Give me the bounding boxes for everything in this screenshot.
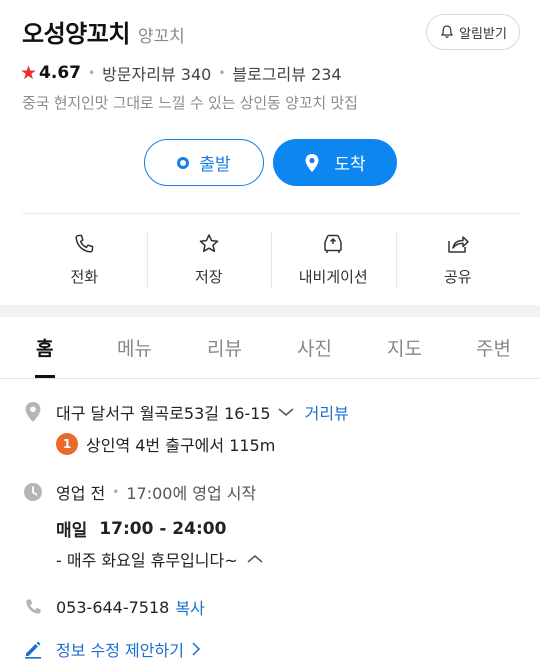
star-filled-icon: ★ — [20, 61, 38, 84]
call-action[interactable]: 전화 — [22, 228, 147, 290]
map-pin-icon — [25, 402, 41, 422]
separator-dot: • — [218, 66, 226, 80]
share-label: 공유 — [443, 268, 472, 286]
divider — [22, 213, 520, 214]
chevron-right-icon — [192, 642, 200, 656]
star-outline-icon — [199, 234, 219, 253]
navigation-label: 내비게이션 — [298, 268, 368, 286]
route-start-button[interactable]: 출발 — [144, 139, 264, 186]
action-bar: 전화 저장 내비게이션 공유 — [22, 228, 520, 290]
navigation-car-icon — [324, 234, 342, 253]
active-tab-indicator — [35, 375, 55, 378]
store-name: 오성양꼬치 — [22, 20, 130, 48]
alarm-label: 알림받기 — [459, 26, 507, 42]
chevron-up-icon[interactable] — [246, 553, 264, 565]
chevron-down-icon[interactable] — [277, 406, 295, 418]
hours-day: 매일 — [56, 521, 88, 541]
holiday-row: - 매주 화요일 휴무입니다~ — [56, 547, 264, 571]
copy-phone-button[interactable]: 복사 — [175, 595, 204, 619]
tab-photos[interactable]: 사진 — [297, 334, 332, 361]
save-label: 저장 — [194, 268, 223, 286]
station-row: 1 상인역 4번 출구에서 115m — [56, 432, 275, 456]
address-row: 대구 달서구 월곡로53길 16-15 거리뷰 — [22, 400, 349, 424]
save-action[interactable]: 저장 — [146, 228, 272, 290]
store-category: 양꼬치 — [137, 27, 185, 47]
subway-line-badge: 1 — [56, 433, 78, 455]
street-view-link[interactable]: 거리뷰 — [305, 400, 349, 424]
share-icon — [448, 236, 469, 253]
hours-time: 17:00 - 24:00 — [99, 518, 227, 539]
navigation-action[interactable]: 내비게이션 — [271, 228, 396, 290]
alarm-button[interactable]: 알림받기 — [426, 14, 520, 50]
phone-number: 053-644-7518 — [56, 597, 170, 617]
blog-review-link[interactable]: 블로그리뷰 234 — [232, 61, 341, 85]
hours-status-row: 영업 전 • 17:00에 영업 시작 — [22, 480, 256, 504]
location-pin-icon — [305, 153, 319, 172]
route-end-button[interactable]: 도착 — [273, 139, 397, 186]
tab-reviews[interactable]: 리뷰 — [207, 334, 242, 361]
pencil-icon — [25, 641, 41, 659]
station-text: 상인역 4번 출구에서 115m — [86, 436, 276, 455]
tab-nearby[interactable]: 주변 — [476, 334, 511, 361]
visitor-review-link[interactable]: 방문자리뷰 340 — [102, 61, 211, 85]
section-separator — [0, 305, 540, 317]
tab-map[interactable]: 지도 — [387, 334, 422, 361]
title-row: 오성양꼬치 양꼬치 — [22, 14, 185, 49]
start-circle-icon — [177, 156, 190, 169]
suggest-edit-row[interactable]: 정보 수정 제안하기 — [22, 637, 202, 661]
phone-filled-icon — [26, 599, 41, 614]
route-start-label: 출발 — [199, 155, 231, 175]
clock-icon — [24, 483, 42, 501]
bell-plus-icon — [441, 25, 454, 38]
call-label: 전화 — [70, 268, 99, 286]
hours-row: 매일 17:00 - 24:00 — [56, 516, 227, 542]
separator-dot: • — [88, 66, 96, 80]
phone-row: 053-644-7518 복사 — [22, 595, 205, 619]
share-action[interactable]: 공유 — [395, 228, 521, 290]
rating-value: 4.67 — [39, 63, 81, 83]
phone-icon — [75, 234, 94, 253]
business-status: 영업 전 — [56, 484, 106, 503]
address-text: 대구 달서구 월곡로53길 16-15 — [56, 404, 271, 423]
rating-row: ★ 4.67 • 방문자리뷰 340 • 블로그리뷰 234 — [20, 61, 342, 85]
tab-menu[interactable]: 메뉴 — [117, 334, 152, 361]
store-description: 중국 현지인맛 그대로 느낄 수 있는 상인동 양꼬치 맛집 — [22, 94, 358, 112]
suggest-edit-link[interactable]: 정보 수정 제안하기 — [56, 637, 184, 661]
holiday-text: - 매주 화요일 휴무입니다~ — [56, 551, 238, 570]
route-end-label: 도착 — [334, 155, 366, 175]
tab-bar: 홈 메뉴 리뷰 사진 지도 주변 — [0, 317, 540, 379]
tab-home[interactable]: 홈 — [36, 334, 53, 361]
separator-dot: • — [112, 485, 120, 499]
business-status-detail: 17:00에 영업 시작 — [126, 484, 257, 503]
